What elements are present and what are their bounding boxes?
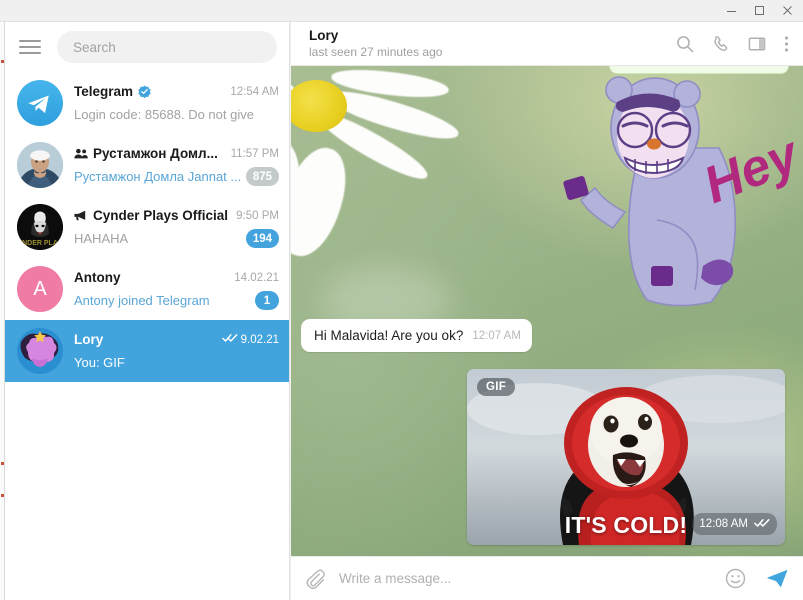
message-composer: Write a message...	[291, 556, 803, 600]
chat-preview: Рустамжон Домла Jannat ...	[74, 169, 242, 184]
chat-time: 9.02.21	[221, 333, 279, 346]
sticker-message[interactable]: Hey!	[543, 70, 803, 320]
chat-time: 11:57 PM	[230, 147, 279, 160]
unread-badge: 875	[245, 167, 279, 186]
unread-badge: 1	[255, 291, 279, 310]
send-button[interactable]	[766, 567, 789, 590]
avatar: NDER PLA	[17, 204, 63, 250]
chat-name: Lory	[74, 332, 104, 347]
telegram-window: Search Telegram 12:54 AM Login code: 856…	[0, 0, 803, 600]
chat-name: Cynder Plays Official	[93, 208, 229, 223]
chat-time: 9:50 PM	[236, 209, 279, 222]
message-input[interactable]: Write a message...	[339, 571, 725, 586]
panel-icon[interactable]	[748, 35, 766, 53]
gif-badge: GIF	[477, 378, 516, 396]
chat-preview: HAHAHA	[74, 231, 129, 246]
chat-list-item-cynder[interactable]: NDER PLA Cynder Plays Official 9:50 PM H…	[5, 196, 289, 258]
emoji-icon[interactable]	[725, 568, 746, 589]
chat-name: Рустамжон Домл...	[93, 146, 218, 161]
gif-caption: IT'S COLD!	[564, 512, 688, 538]
avatar	[17, 328, 63, 374]
chat-preview: You: GIF	[74, 355, 125, 370]
message-bubble-incoming[interactable]: Hi Malavida! Are you ok? 12:07 AM	[301, 319, 532, 352]
channel-icon	[74, 210, 88, 221]
avatar: A	[17, 266, 63, 312]
read-receipt-icon	[221, 333, 238, 346]
avatar-photo: NDER PLA	[17, 204, 63, 250]
avatar	[17, 80, 63, 126]
message-gif-outgoing[interactable]: GIF IT'S COLD! 12:08 AM	[467, 369, 785, 545]
avatar	[17, 142, 63, 188]
chat-time-text: 9.02.21	[240, 333, 279, 346]
search-icon[interactable]	[676, 35, 694, 53]
avatar-photo	[17, 142, 63, 188]
sidebar: Search Telegram 12:54 AM Login code: 856…	[5, 22, 290, 600]
chat-name: Telegram	[74, 84, 134, 99]
telegram-logo-icon	[28, 95, 49, 114]
message-text: Hi Malavida! Are you ok?	[314, 328, 464, 343]
group-icon	[74, 148, 88, 159]
chat-status: last seen 27 minutes ago	[309, 44, 443, 59]
title-bar	[0, 0, 803, 22]
chat-header: Lory last seen 27 minutes ago	[291, 22, 803, 66]
wallpaper-flower	[291, 66, 489, 308]
sidebar-toolbar: Search	[5, 22, 289, 72]
message-meta: 12:08 AM	[692, 513, 777, 535]
phone-icon[interactable]	[712, 35, 730, 53]
chat-list-item-lory[interactable]: Lory 9.02.21 You: GIF	[5, 320, 289, 382]
search-input[interactable]: Search	[57, 31, 277, 63]
chat-list-item-antony[interactable]: A Antony 14.02.21 Antony joined Telegram…	[5, 258, 289, 320]
unread-badge: 194	[245, 229, 279, 248]
chat-preview: Antony joined Telegram	[74, 293, 210, 308]
message-time: 12:07 AM	[472, 330, 521, 342]
minimize-button[interactable]	[717, 0, 745, 22]
attach-icon[interactable]	[305, 569, 325, 589]
search-placeholder: Search	[73, 39, 116, 55]
read-receipt-icon	[754, 515, 770, 533]
chat-panel: Lory last seen 27 minutes ago Hey! Hi Ma…	[291, 22, 803, 600]
more-icon[interactable]	[784, 35, 789, 53]
avatar-initial: A	[33, 277, 47, 300]
menu-icon[interactable]	[19, 34, 45, 60]
chat-list-item-telegram[interactable]: Telegram 12:54 AM Login code: 85688. Do …	[5, 72, 289, 134]
chat-name: Antony	[74, 270, 121, 285]
chat-preview: Login code: 85688. Do not give thi...	[74, 107, 254, 122]
svg-text:NDER PLA: NDER PLA	[22, 240, 58, 247]
chat-list: Telegram 12:54 AM Login code: 85688. Do …	[5, 72, 289, 382]
chat-title: Lory	[309, 27, 339, 43]
chat-time: 14.02.21	[234, 271, 279, 284]
message-time: 12:08 AM	[699, 518, 748, 530]
close-button[interactable]	[773, 0, 801, 22]
chat-list-item-rustamjon[interactable]: Рустамжон Домл... 11:57 PM Рустамжон Дом…	[5, 134, 289, 196]
verified-badge-icon	[138, 85, 151, 98]
avatar-photo	[17, 328, 63, 374]
bear-sticker-icon: Hey!	[563, 76, 803, 307]
message-area: Hey! Hi Malavida! Are you ok? 12:07 AM G…	[291, 66, 803, 556]
chat-time: 12:54 AM	[230, 85, 279, 98]
maximize-button[interactable]	[745, 0, 773, 22]
message-input-placeholder: Write a message...	[339, 571, 452, 586]
